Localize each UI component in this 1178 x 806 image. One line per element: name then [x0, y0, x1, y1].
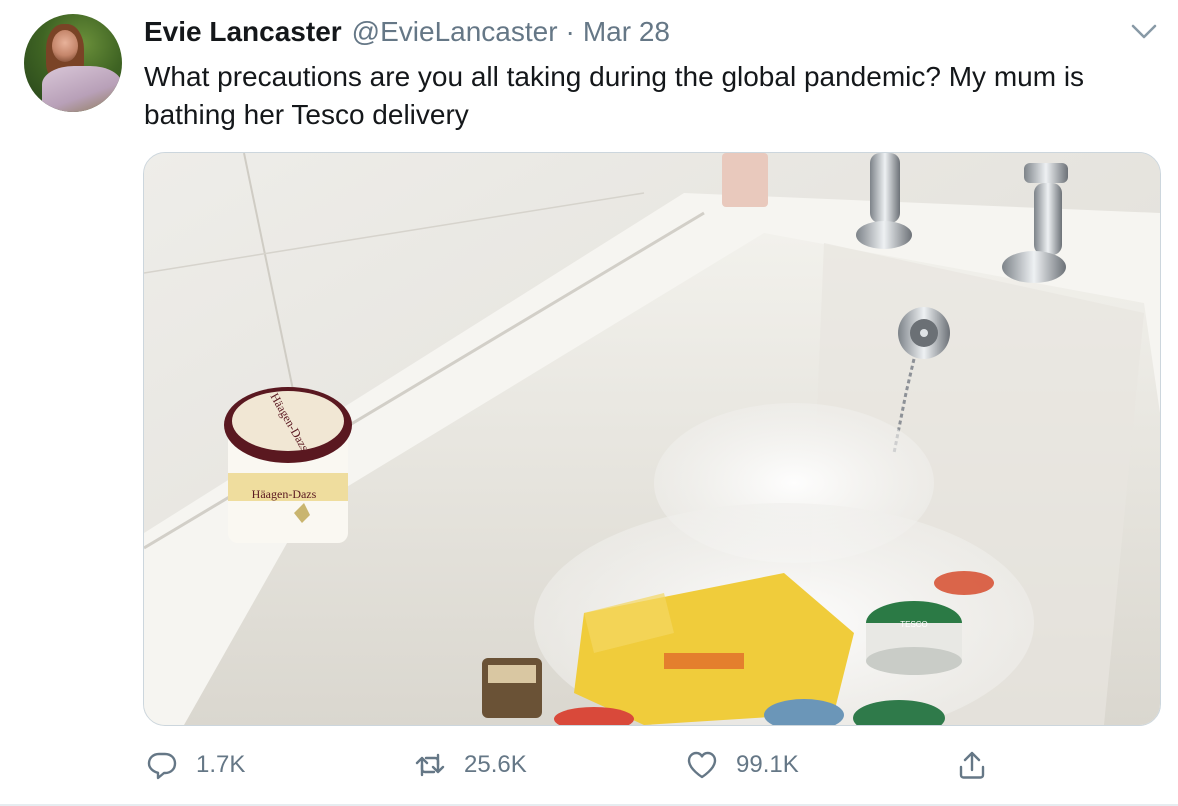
- tweet-header: Evie Lancaster @EvieLancaster · Mar 28: [144, 16, 670, 52]
- retweet-count: 25.6K: [464, 751, 527, 778]
- retweet-icon: [415, 753, 445, 777]
- chevron-down-icon[interactable]: [1130, 20, 1158, 42]
- avatar[interactable]: [24, 14, 122, 112]
- heart-icon: [687, 751, 717, 779]
- avatar-face: [52, 30, 78, 62]
- like-button[interactable]: 99.1K: [686, 740, 799, 790]
- like-count: 99.1K: [736, 751, 799, 778]
- retweet-button[interactable]: 25.6K: [414, 740, 527, 790]
- orange-package: [934, 571, 994, 595]
- tub-side-logo: Häagen-Dazs: [252, 487, 317, 501]
- author-handle[interactable]: @EvieLancaster: [352, 16, 558, 48]
- pot-label: TESCO: [900, 620, 928, 629]
- share-button[interactable]: [956, 740, 988, 790]
- shampoo-bottle: [722, 153, 768, 207]
- author-name[interactable]: Evie Lancaster: [144, 16, 342, 48]
- bathtub-photo: Häagen-Dazs Häagen-Dazs TESCO: [144, 153, 1160, 725]
- reply-count: 1.7K: [196, 751, 246, 778]
- tweet-text: What precautions are you all taking duri…: [144, 61, 1085, 130]
- green-pot: TESCO: [866, 601, 962, 675]
- tweet-actions: 1.7K 25.6K 99.1K: [0, 740, 1178, 790]
- separator-dot: ·: [565, 16, 575, 47]
- reply-button[interactable]: 1.7K: [146, 740, 245, 790]
- tweet-date[interactable]: Mar 28: [583, 16, 670, 48]
- ice-cream-tub: Häagen-Dazs Häagen-Dazs: [224, 387, 352, 543]
- tweet[interactable]: Evie Lancaster @EvieLancaster · Mar 28 W…: [0, 0, 1178, 806]
- avatar-body: [42, 66, 122, 112]
- tweet-photo[interactable]: Häagen-Dazs Häagen-Dazs TESCO: [143, 152, 1161, 726]
- reply-icon: [147, 752, 177, 780]
- share-icon: [959, 751, 985, 779]
